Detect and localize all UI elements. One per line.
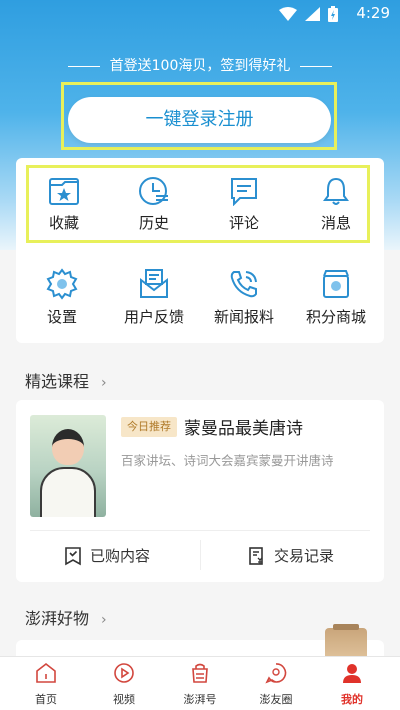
quick-action-comments[interactable]: 评论 bbox=[204, 176, 284, 233]
tool-user-feedback[interactable]: 用户反馈 bbox=[114, 268, 194, 327]
tool-settings[interactable]: 设置 bbox=[22, 268, 102, 327]
tool-label: 新闻报料 bbox=[213, 308, 274, 326]
bookmark-star-icon bbox=[49, 178, 79, 205]
purchased-content-label: 已购内容 bbox=[90, 547, 151, 565]
bottom-tab-bar: 首页 视频 澎湃号 澎友圈 我的 bbox=[0, 656, 400, 710]
wifi-icon bbox=[279, 7, 297, 21]
bell-icon bbox=[323, 177, 349, 205]
settings-icon bbox=[46, 268, 78, 300]
tab-video[interactable]: 视频 bbox=[94, 661, 154, 707]
tab-label: 澎湃号 bbox=[183, 693, 217, 706]
status-bar: 4:29 bbox=[0, 0, 400, 28]
quick-action-label: 历史 bbox=[138, 214, 169, 232]
quick-action-messages[interactable]: 消息 bbox=[296, 176, 376, 233]
tab-home[interactable]: 首页 bbox=[16, 661, 76, 707]
tab-friends-circle[interactable]: 澎友圈 bbox=[246, 661, 306, 707]
video-icon bbox=[114, 663, 134, 683]
quick-action-label: 评论 bbox=[228, 214, 259, 232]
product-lid bbox=[333, 624, 359, 630]
tool-points-mall[interactable]: 积分商城 bbox=[296, 268, 376, 327]
transaction-records-label: 交易记录 bbox=[274, 547, 335, 565]
section-title: 澎湃好物 bbox=[25, 609, 90, 628]
promo-divider-left bbox=[67, 65, 100, 67]
clock-history-icon bbox=[139, 177, 168, 205]
quick-action-label: 收藏 bbox=[48, 214, 79, 232]
thumbnail-person-head bbox=[52, 429, 84, 465]
tab-label: 澎友圈 bbox=[259, 693, 293, 706]
tab-label: 我的 bbox=[341, 693, 363, 706]
battery-charging-icon bbox=[328, 6, 338, 22]
tool-label: 设置 bbox=[46, 308, 77, 326]
promo-banner: 首登送100海贝，签到得好礼 bbox=[0, 55, 400, 75]
tool-label: 用户反馈 bbox=[123, 308, 184, 326]
signal-icon bbox=[305, 7, 320, 21]
feedback-mail-icon bbox=[140, 269, 168, 298]
pengpai-account-icon bbox=[192, 663, 208, 683]
promo-divider-right bbox=[300, 65, 333, 67]
section-title: 精选课程 bbox=[25, 372, 90, 391]
phone-report-icon bbox=[230, 271, 257, 298]
purchased-content-button[interactable]: 已购内容 bbox=[64, 545, 150, 566]
transaction-records-button[interactable]: 交易记录 bbox=[248, 545, 334, 566]
profile-icon bbox=[343, 664, 361, 683]
quick-action-history[interactable]: 历史 bbox=[114, 176, 194, 233]
divider bbox=[200, 540, 201, 570]
divider bbox=[30, 530, 370, 531]
today-recommend-badge: 今日推荐 bbox=[121, 417, 177, 437]
receipt-icon bbox=[249, 546, 263, 565]
course-thumbnail bbox=[30, 415, 106, 517]
purchased-bag-icon bbox=[65, 546, 81, 565]
promo-text: 首登送100海贝，签到得好礼 bbox=[109, 58, 291, 74]
status-time: 4:29 bbox=[356, 4, 390, 22]
friends-circle-icon bbox=[265, 663, 287, 684]
tab-label: 视频 bbox=[113, 693, 135, 706]
points-mall-icon bbox=[323, 270, 349, 298]
shop-header[interactable]: 澎湃好物 › bbox=[25, 605, 107, 629]
quick-action-label: 消息 bbox=[320, 214, 351, 232]
quick-action-favorites[interactable]: 收藏 bbox=[24, 176, 104, 233]
comment-icon bbox=[231, 178, 257, 206]
tool-news-report[interactable]: 新闻报料 bbox=[204, 268, 284, 327]
chevron-right-icon: › bbox=[101, 375, 107, 391]
tab-label: 首页 bbox=[35, 693, 57, 706]
one-click-login-button[interactable]: 一键登录注册 bbox=[68, 97, 331, 143]
course-title[interactable]: 蒙曼品最美唐诗 bbox=[184, 414, 303, 439]
chevron-right-icon: › bbox=[101, 612, 107, 628]
tool-label: 积分商城 bbox=[305, 308, 366, 326]
thumbnail-person-body bbox=[40, 467, 96, 517]
featured-courses-header[interactable]: 精选课程 › bbox=[25, 368, 107, 392]
home-icon bbox=[36, 662, 56, 683]
tab-profile[interactable]: 我的 bbox=[322, 661, 382, 707]
tab-pengpai-account[interactable]: 澎湃号 bbox=[170, 661, 230, 707]
course-description: 百家讲坛、诗词大会嘉宾蒙曼开讲唐诗 bbox=[121, 453, 334, 468]
